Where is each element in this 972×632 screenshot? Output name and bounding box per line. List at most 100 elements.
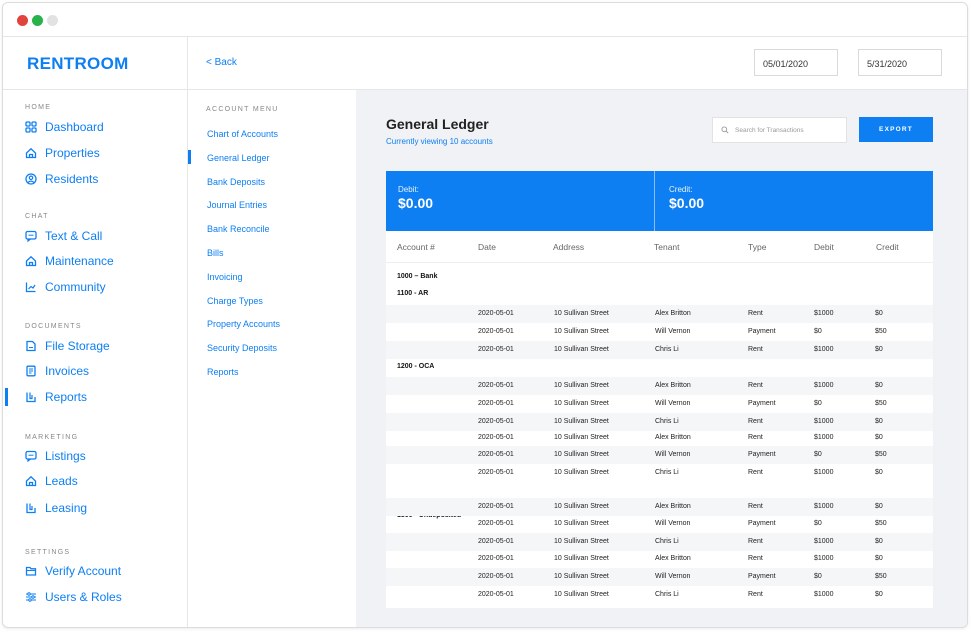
table-cell: Rent: [748, 346, 763, 353]
table-cell: Rent: [748, 503, 763, 510]
sidebar-item-leasing[interactable]: Leasing: [25, 499, 87, 517]
table-cell: Payment: [748, 328, 776, 335]
table-row[interactable]: 2020-05-01 10 Sullivan Street Will Vernon P…: [386, 515, 933, 533]
search-box[interactable]: [712, 117, 847, 143]
sidebar-item-label: Leads: [45, 474, 78, 488]
section-label-chat: CHAT: [25, 213, 49, 220]
column-header-debit[interactable]: Debit: [814, 242, 834, 252]
folder-icon: [25, 566, 37, 576]
table-header: Account # Date Address Tenant Type Debit…: [386, 231, 933, 263]
sidebar-item-text-call[interactable]: Text & Call: [25, 227, 102, 245]
table-cell: 2020-05-01: [478, 382, 514, 389]
title-bar: [3, 3, 967, 37]
table-cell: 10 Sullivan Street: [554, 310, 609, 317]
table-cell: $0: [875, 346, 883, 353]
column-header-credit[interactable]: Credit: [876, 242, 899, 252]
table-cell: 2020-05-01: [478, 434, 514, 441]
table-cell: 2020-05-01: [478, 503, 514, 510]
table-cell: 10 Sullivan Street: [554, 451, 609, 458]
report-icon: [26, 503, 36, 514]
table-cell: $50: [875, 328, 887, 335]
sidebar-item-verify-account[interactable]: Verify Account: [25, 562, 121, 580]
sidebar-item-properties[interactable]: Properties: [25, 144, 100, 162]
table-row[interactable]: 2020-05-01 10 Sullivan Street Chris Li Rent…: [386, 533, 933, 551]
sidebar-item-reports[interactable]: Reports: [4, 388, 87, 406]
column-header-address[interactable]: Address: [553, 242, 584, 252]
section-label-home: HOME: [25, 104, 52, 111]
totals-banner: Debit: $0.00 Credit: $0.00: [386, 171, 933, 231]
sidebar-item-listings[interactable]: Listings: [25, 447, 86, 465]
table-row[interactable]: 2020-05-01 10 Sullivan Street Will Vernon P…: [386, 568, 933, 586]
sidebar-item-dashboard[interactable]: Dashboard: [25, 118, 104, 136]
table-row[interactable]: 2020-05-01 10 Sullivan Street Will Vernon P…: [386, 395, 933, 413]
sidebar-item-maintenance[interactable]: Maintenance: [25, 252, 114, 270]
end-date-field[interactable]: 5/31/2020: [858, 49, 942, 76]
menu-item-reports[interactable]: Reports: [207, 367, 239, 377]
home-icon: [25, 475, 37, 487]
back-link[interactable]: < Back: [206, 57, 237, 68]
menu-item-general-ledger[interactable]: General Ledger: [188, 150, 270, 164]
table-cell: 10 Sullivan Street: [554, 555, 609, 562]
table-row[interactable]: 2020-05-01 10 Sullivan Street Will Vernon P…: [386, 446, 933, 464]
table-row[interactable]: 2020-05-01 10 Sullivan Street Chris Li Rent…: [386, 464, 933, 482]
table-cell: 10 Sullivan Street: [554, 591, 609, 598]
grid-icon: [25, 121, 37, 133]
menu-item-bills[interactable]: Bills: [207, 248, 224, 258]
sliders-icon: [26, 592, 36, 602]
menu-item-bank-reconcile[interactable]: Bank Reconcile: [207, 224, 270, 234]
table-cell: 10 Sullivan Street: [554, 400, 609, 407]
table-row[interactable]: 2020-05-01 10 Sullivan Street Alex Britton…: [386, 429, 933, 447]
menu-item-chart-of-accounts[interactable]: Chart of Accounts: [207, 129, 278, 139]
menu-item-invoicing[interactable]: Invoicing: [207, 272, 243, 282]
sidebar-item-users-roles[interactable]: Users & Roles: [25, 588, 122, 606]
sidebar-item-community[interactable]: Community: [25, 278, 106, 296]
table-cell: 2020-05-01: [478, 310, 514, 317]
table-cell: $1000: [814, 469, 834, 476]
table-cell: $0: [814, 573, 822, 580]
sidebar-item-residents[interactable]: Residents: [25, 170, 98, 188]
maximize-dot[interactable]: [47, 15, 58, 26]
start-date-field[interactable]: 05/01/2020: [754, 49, 838, 76]
sidebar-item-invoices[interactable]: Invoices: [25, 362, 89, 380]
close-dot[interactable]: [17, 15, 28, 26]
chat-icon: [25, 450, 37, 462]
table-row[interactable]: 2020-05-01 10 Sullivan Street Alex Britton…: [386, 305, 933, 323]
column-header-date[interactable]: Date: [478, 242, 496, 252]
table-row[interactable]: 2020-05-01 10 Sullivan Street Alex Britton…: [386, 377, 933, 395]
menu-item-charge-types[interactable]: Charge Types: [207, 296, 263, 306]
app-logo[interactable]: RENTROOM: [27, 54, 129, 74]
table-row[interactable]: 2020-05-01 10 Sullivan Street Alex Britton…: [386, 550, 933, 568]
table-cell: Rent: [748, 538, 763, 545]
search-icon: [721, 126, 729, 134]
table-cell: 10 Sullivan Street: [554, 418, 609, 425]
export-button[interactable]: EXPORT: [859, 117, 933, 142]
table-cell: $0: [875, 434, 883, 441]
minimize-dot[interactable]: [32, 15, 43, 26]
top-bar: < Back 05/01/2020 5/31/2020: [188, 37, 967, 90]
sidebar-item-file-storage[interactable]: File Storage: [25, 337, 110, 355]
table-cell: Chris Li: [655, 346, 679, 353]
table-cell: $0: [814, 400, 822, 407]
account-group-label: 1100 - AR: [397, 290, 429, 297]
menu-item-journal-entries[interactable]: Journal Entries: [207, 200, 267, 210]
table-cell: Will Vernon: [655, 520, 691, 527]
column-header-tenant[interactable]: Tenant: [654, 242, 680, 252]
column-header-type[interactable]: Type: [748, 242, 766, 252]
menu-item-bank-deposits[interactable]: Bank Deposits: [207, 177, 265, 187]
table-cell: $50: [875, 400, 887, 407]
table-cell: Payment: [748, 520, 776, 527]
table-row[interactable]: 2020-05-01 10 Sullivan Street Will Vernon P…: [386, 323, 933, 341]
table-cell: 2020-05-01: [478, 520, 514, 527]
table-row[interactable]: 2020-05-01 10 Sullivan Street Chris Li Rent…: [386, 341, 933, 359]
menu-item-security-deposits[interactable]: Security Deposits: [207, 343, 277, 353]
debit-label: Debit:: [398, 185, 419, 194]
search-input[interactable]: [735, 126, 845, 134]
column-header-account[interactable]: Account #: [397, 242, 435, 252]
menu-item-property-accounts[interactable]: Property Accounts: [207, 319, 280, 329]
table-row[interactable]: 2020-05-01 10 Sullivan Street Chris Li Rent…: [386, 586, 933, 604]
sidebar-item-leads[interactable]: Leads: [25, 472, 78, 490]
table-cell: Chris Li: [655, 591, 679, 598]
table-row[interactable]: 2020-05-01 10 Sullivan Street Alex Britton…: [386, 498, 933, 516]
sidebar-item-label: File Storage: [45, 339, 110, 353]
table-cell: Rent: [748, 591, 763, 598]
